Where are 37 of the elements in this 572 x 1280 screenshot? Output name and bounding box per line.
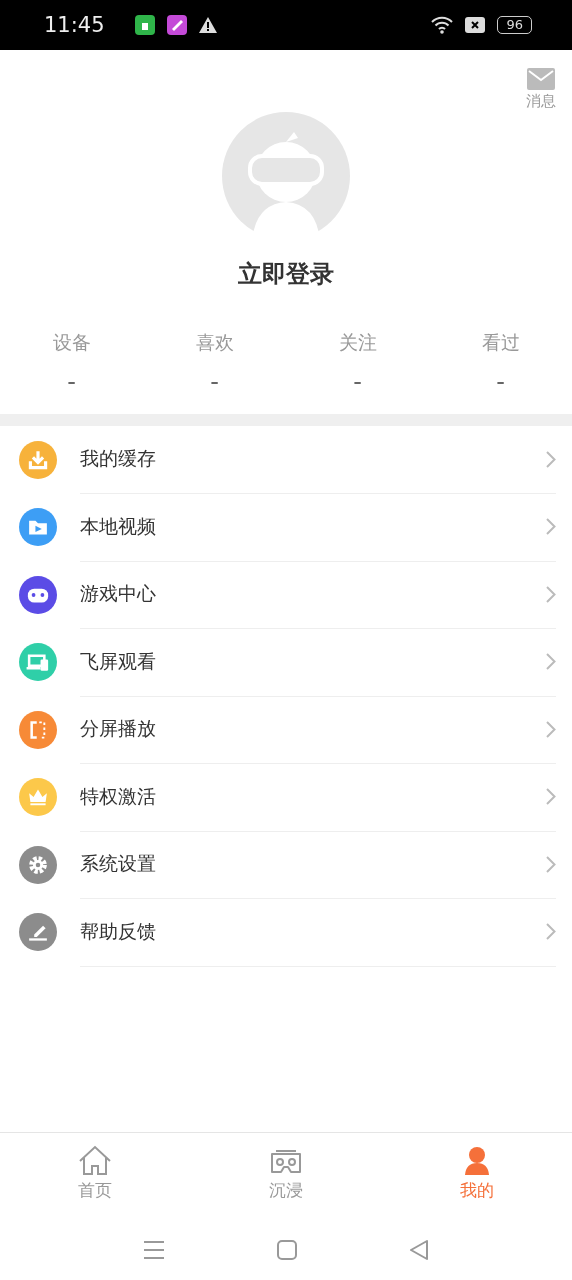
stat-value: - <box>210 368 219 396</box>
stat-label: 看过 <box>481 330 520 355</box>
menu-item[interactable]: 帮助反馈 <box>80 918 546 945</box>
app-icon <box>134 15 155 35</box>
battery-level: 96 <box>497 16 532 34</box>
sim-icon <box>465 17 486 33</box>
menu-item[interactable]: 系统设置 <box>80 851 546 878</box>
chevron-icon <box>546 450 556 468</box>
app-icon <box>166 15 187 35</box>
wifi-icon <box>431 16 454 34</box>
stat-label: 设备 <box>52 330 91 355</box>
menu-item[interactable]: 本地视频 <box>80 513 546 540</box>
menu-item[interactable]: 游戏中心 <box>80 581 546 608</box>
mail-icon[interactable] <box>527 68 555 90</box>
menu-icon[interactable] <box>143 1240 165 1260</box>
login-link[interactable]: 立即登录 <box>238 258 334 290</box>
stat-label: 关注 <box>338 330 377 355</box>
menu-item[interactable]: 飞屏观看 <box>80 648 546 675</box>
clock: 11:45 <box>44 13 105 37</box>
stat-value: - <box>67 368 76 396</box>
home-icon <box>78 1145 113 1177</box>
menu-item[interactable]: 我的缓存 <box>80 446 546 473</box>
chevron-icon <box>546 788 556 806</box>
chevron-icon <box>546 923 556 941</box>
chevron-icon <box>546 518 556 536</box>
menu-item[interactable]: 分屏播放 <box>80 716 546 743</box>
chevron-icon <box>546 855 556 873</box>
chevron-icon <box>546 653 556 671</box>
home-button-icon[interactable] <box>277 1240 297 1260</box>
stat-value: - <box>496 368 505 396</box>
warning-icon <box>198 17 217 33</box>
menu-item[interactable]: 特权激活 <box>80 783 546 810</box>
chevron-icon <box>546 585 556 603</box>
stat-label: 喜欢 <box>195 330 234 355</box>
chevron-icon <box>546 720 556 738</box>
stat-value: - <box>353 368 362 396</box>
back-icon[interactable] <box>409 1240 429 1260</box>
